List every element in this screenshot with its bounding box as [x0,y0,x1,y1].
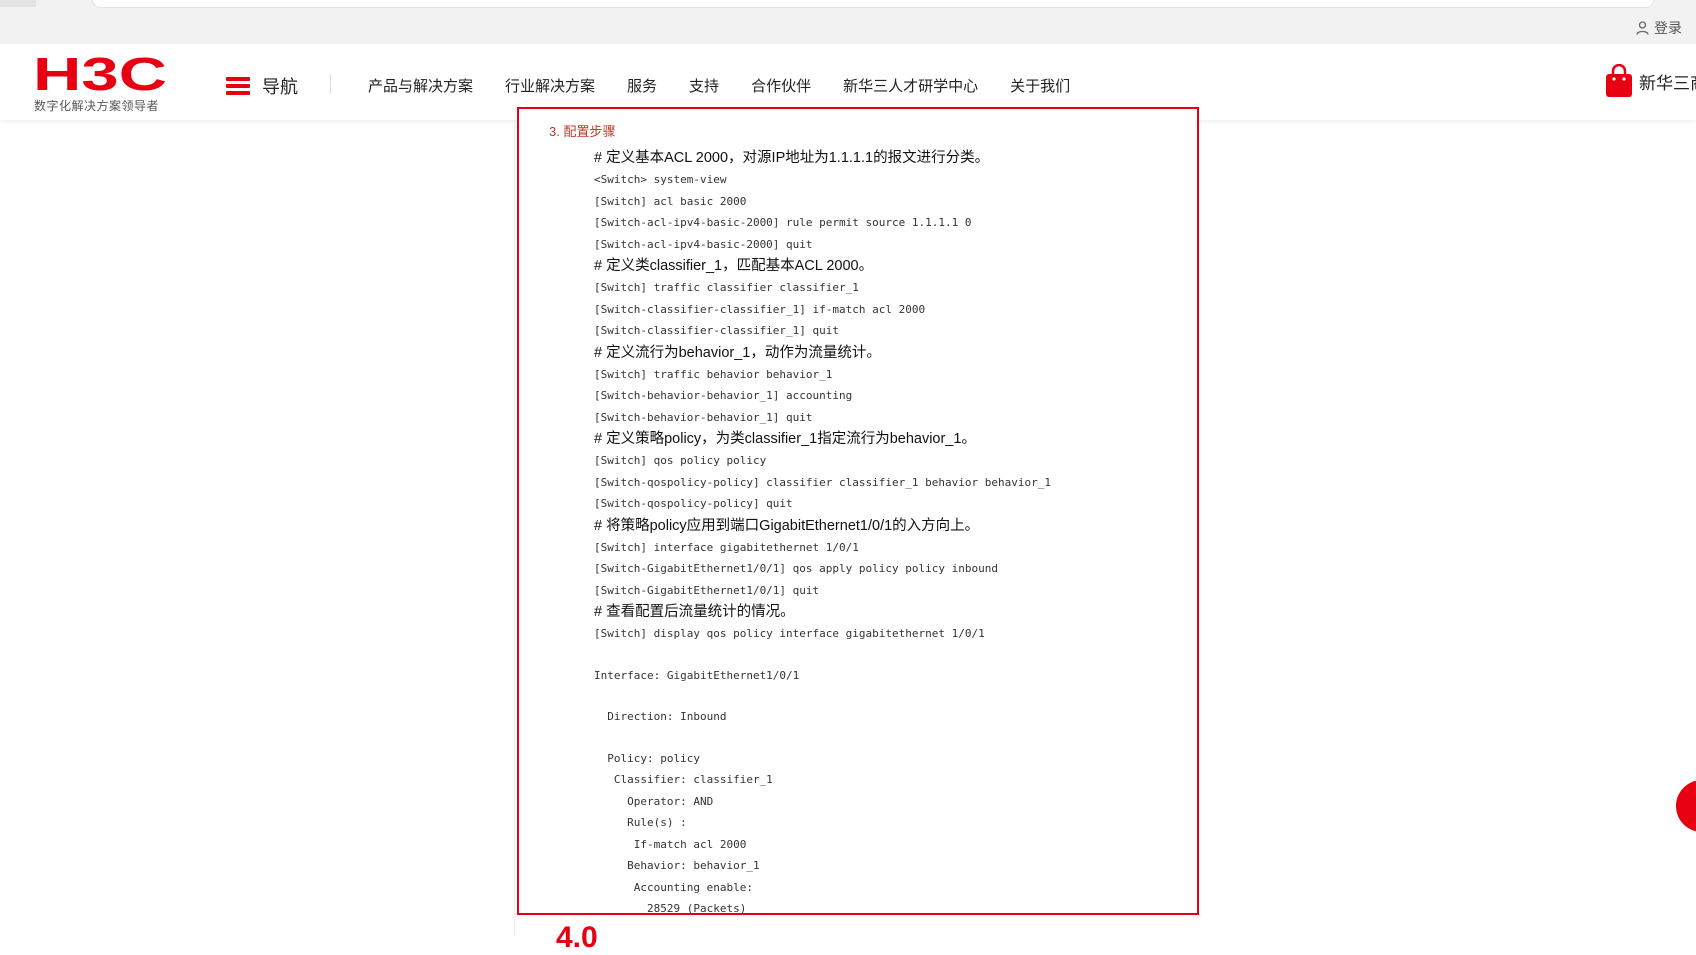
config-comment-line: # 定义类classifier_1，匹配基本ACL 2000。 [594,258,874,274]
config-code-line: Operator: AND [594,794,714,808]
shopping-bag-icon [1606,64,1632,97]
config-code-line: <Switch> system-view [594,173,727,186]
nav-toggle-label: 导航 [262,77,298,97]
config-code-line: 28529 (Packets) [594,902,747,915]
config-code-line: [Switch-GigabitEthernet1/0/1] quit [594,583,820,597]
config-comment-line: # 定义基本ACL 2000，对源IP地址为1.1.1.1的报文进行分类。 [594,150,990,166]
config-code-line: Policy: policy [594,751,700,765]
step-title: 3. 配置步骤 [549,124,616,139]
header-divider [330,74,331,94]
shop-label: 新华三商 [1639,73,1696,93]
content-column-border [514,120,515,937]
menu-item-service[interactable]: 服务 [627,75,657,96]
config-code-line: [Switch-qospolicy-policy] quit [594,497,793,510]
config-code-line: [Switch-behavior-behavior_1] accounting [594,389,853,402]
main-menu: 产品与解决方案 行业解决方案 服务 支持 合作伙伴 新华三人才研学中心 关于我们 [368,75,1102,96]
config-steps-panel: 3. 配置步骤 # 定义基本ACL 2000，对源IP地址为1.1.1.1的报文… [517,107,1199,915]
menu-item-partners[interactable]: 合作伙伴 [751,75,811,96]
menu-item-talent-center[interactable]: 新华三人才研学中心 [843,75,978,96]
menu-item-about[interactable]: 关于我们 [1010,75,1070,96]
config-code-line: [Switch-behavior-behavior_1] quit [594,410,813,424]
config-code-line: [Switch-GigabitEthernet1/0/1] qos apply … [594,562,998,575]
user-icon [1636,21,1649,35]
config-code-line: Behavior: behavior_1 [594,859,760,872]
login-link[interactable]: 登录 [1636,18,1682,38]
h3c-logo[interactable]: H3C 数字化解决方案领导者 [33,54,173,114]
next-section-heading: 4.0 [556,921,598,954]
config-code-line: [Switch-classifier-classifier_1] quit [594,324,840,337]
shop-link[interactable]: 新华三商 [1605,64,1696,98]
browser-top-strip: 登录 [0,0,1696,44]
config-code-line: [Switch-acl-ipv4-basic-2000] rule permit… [594,216,972,229]
svg-text:H3C: H3C [33,54,167,94]
config-comment-line: # 定义策略policy，为类classifier_1指定流行为behavior… [594,431,976,447]
config-code-line: Interface: GigabitEthernet1/0/1 [594,668,800,682]
config-code-line: [Switch-acl-ipv4-basic-2000] quit [594,237,813,251]
menu-item-products[interactable]: 产品与解决方案 [368,75,473,96]
logo-slogan: 数字化解决方案领导者 [34,99,160,113]
menu-item-support[interactable]: 支持 [689,75,719,96]
config-comment-line: # 定义流行为behavior_1，动作为流量统计。 [594,344,881,361]
config-code-line: [Switch] acl basic 2000 [594,194,747,208]
menu-item-industry[interactable]: 行业解决方案 [505,75,595,96]
browser-tab[interactable] [0,0,36,7]
config-lines: # 定义基本ACL 2000，对源IP地址为1.1.1.1的报文进行分类。 <Sw… [594,147,1187,920]
login-label: 登录 [1654,20,1682,36]
hamburger-icon [226,77,250,95]
config-code-line: [Switch] display qos policy interface gi… [594,627,985,640]
h3c-logo-mark: H3C [33,54,167,94]
browser-address-bar[interactable] [92,0,1654,8]
config-code-line: If-match acl 2000 [594,837,747,851]
config-code-line: Accounting enable: [594,880,753,894]
config-comment-line: # 将策略policy应用到端口GigabitEthernet1/0/1的入方向… [594,517,980,534]
config-code-line: Direction: Inbound [594,710,727,723]
config-code-line: [Switch-classifier-classifier_1] if-matc… [594,302,926,316]
config-comment-line: # 查看配置后流量统计的情况。 [594,604,795,620]
config-code-line: [Switch] traffic classifier classifier_1 [594,281,859,294]
config-code-line: [Switch] traffic behavior behavior_1 [594,367,833,381]
config-code-line: [Switch-qospolicy-policy] classifier cla… [594,475,1051,489]
nav-menu-toggle[interactable]: 导航 [226,73,298,99]
config-code-line: Rule(s) : [594,816,687,829]
config-code-line: [Switch] interface gigabitethernet 1/0/1 [594,540,859,554]
config-code-line: [Switch] qos policy policy [594,454,767,467]
config-code-line: Classifier: classifier_1 [594,773,773,786]
floating-action-button[interactable] [1676,780,1696,832]
